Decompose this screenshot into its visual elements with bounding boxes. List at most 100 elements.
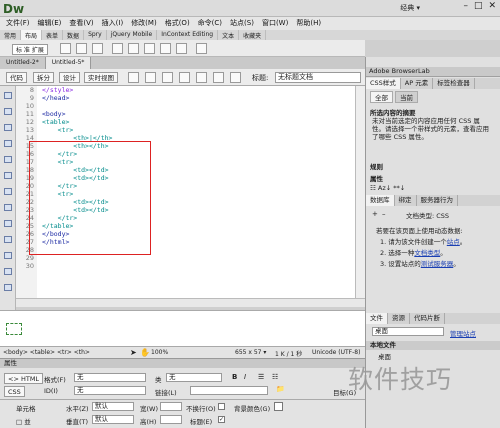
menu-commands[interactable]: 命令(C) xyxy=(198,18,222,28)
vert-select[interactable]: 默认 xyxy=(92,415,134,424)
italic-icon[interactable]: I xyxy=(244,373,246,381)
merge-cells-icon[interactable]: □ 並 xyxy=(16,416,31,426)
insert-tab-layout[interactable]: 布局 xyxy=(21,30,43,40)
manage-sites-link[interactable]: 管理站点 xyxy=(450,328,476,338)
current-mode-tab[interactable]: 当前 xyxy=(395,91,418,103)
css-mode-button[interactable]: CSS xyxy=(4,386,25,397)
browse-folder-icon[interactable]: 📁 xyxy=(276,385,285,393)
bold-icon[interactable]: B xyxy=(232,373,237,381)
insert-tab-favorites[interactable]: 收藏夹 xyxy=(239,30,267,40)
maximize-icon[interactable]: □ xyxy=(474,1,483,11)
format-select[interactable]: 无 xyxy=(74,373,146,382)
expand-all-icon[interactable] xyxy=(4,140,12,147)
class-select[interactable]: 无 xyxy=(166,373,222,382)
menu-edit[interactable]: 编辑(E) xyxy=(38,18,62,28)
insert-tab-incontext[interactable]: InContext Editing xyxy=(157,30,219,40)
workspace-switcher[interactable]: 经典 ▾ xyxy=(400,3,420,13)
insert-tab-data[interactable]: 数据 xyxy=(63,30,85,40)
horz-select[interactable]: 默认 xyxy=(92,402,134,411)
design-view-pane[interactable] xyxy=(0,310,365,346)
doc-tab-untitled-5[interactable]: Untitled-5* xyxy=(45,57,92,69)
header-checkbox[interactable]: ✓ xyxy=(218,416,225,423)
insert-col-right-icon[interactable] xyxy=(176,43,187,54)
css-styles-tab[interactable]: CSS样式 xyxy=(366,78,401,89)
tag-selector[interactable]: <body> <table> <tr> <th> xyxy=(3,349,90,356)
preview-browser-icon[interactable] xyxy=(179,72,190,83)
split-view-button[interactable]: 拆分 xyxy=(33,72,54,83)
minimize-icon[interactable]: – xyxy=(463,1,468,11)
multiscreen-icon[interactable] xyxy=(162,72,173,83)
code-horizontal-scrollbar[interactable] xyxy=(16,298,365,307)
line-numbers-icon[interactable] xyxy=(4,188,12,195)
select-parent-tag-icon[interactable] xyxy=(4,156,12,163)
open-documents-icon[interactable] xyxy=(4,92,12,99)
insert-row-above-icon[interactable] xyxy=(128,43,139,54)
visual-aids-icon[interactable] xyxy=(213,72,224,83)
refresh-icon[interactable] xyxy=(196,72,207,83)
insert-table-icon[interactable] xyxy=(112,43,123,54)
menu-site[interactable]: 站点(S) xyxy=(230,18,254,28)
insert-tab-spry[interactable]: Spry xyxy=(84,30,107,40)
menu-insert[interactable]: 插入(I) xyxy=(102,18,124,28)
link-input[interactable] xyxy=(190,386,268,395)
live-code-icon[interactable] xyxy=(128,72,139,83)
wrap-tag-icon[interactable] xyxy=(4,252,12,259)
unordered-list-icon[interactable]: ☰ xyxy=(258,373,264,381)
doc-tab-untitled-2[interactable]: Untitled-2* xyxy=(0,57,46,69)
insert-col-left-icon[interactable] xyxy=(160,43,171,54)
remove-comment-icon[interactable] xyxy=(4,236,12,243)
minus-icon[interactable]: – xyxy=(382,210,386,218)
height-input[interactable] xyxy=(160,415,182,424)
browserlab-header[interactable]: Adobe BrowserLab xyxy=(366,67,500,77)
insert-iframe-icon[interactable] xyxy=(196,43,207,54)
balance-braces-icon[interactable] xyxy=(4,172,12,179)
close-icon[interactable]: ✕ xyxy=(488,1,496,11)
doc-type-link[interactable]: 文档类型 xyxy=(414,249,440,257)
site-link[interactable]: 站点 xyxy=(447,238,460,246)
bindings-tab[interactable]: 绑定 xyxy=(395,195,417,206)
snippets-tab[interactable]: 代码片断 xyxy=(410,313,445,324)
server-behaviors-tab[interactable]: 服务器行为 xyxy=(417,195,458,206)
menu-format[interactable]: 格式(O) xyxy=(165,18,190,28)
menu-view[interactable]: 查看(V) xyxy=(69,18,93,28)
tag-inspector-tab[interactable]: 标签检查器 xyxy=(433,78,475,89)
id-select[interactable]: 无 xyxy=(74,386,146,395)
insert-div-icon[interactable] xyxy=(60,43,71,54)
hand-tool-icon[interactable]: ✋ xyxy=(140,348,150,357)
files-tab[interactable]: 文件 xyxy=(366,313,388,324)
insert-tab-common[interactable]: 常用 xyxy=(0,30,22,40)
menu-window[interactable]: 窗口(W) xyxy=(262,18,288,28)
plus-icon[interactable]: + xyxy=(372,210,378,218)
all-mode-tab[interactable]: 全部 xyxy=(370,91,393,103)
standard-mode-toggle[interactable]: 标 准 扩展 xyxy=(12,44,48,55)
select-tool-icon[interactable]: ➤ xyxy=(130,348,137,357)
insert-tab-text[interactable]: 文本 xyxy=(218,30,240,40)
ap-elements-tab[interactable]: AP 元素 xyxy=(401,78,434,89)
insert-ap-div-icon[interactable] xyxy=(76,43,87,54)
code-vertical-scrollbar[interactable] xyxy=(355,86,365,298)
snippets-icon[interactable] xyxy=(4,268,12,275)
apply-comment-icon[interactable] xyxy=(4,220,12,227)
code-view-button[interactable]: 代码 xyxy=(6,72,27,83)
indent-icon[interactable] xyxy=(4,284,12,291)
insert-fluid-icon[interactable] xyxy=(92,43,103,54)
ordered-list-icon[interactable]: ☷ xyxy=(272,373,278,381)
width-input[interactable] xyxy=(160,402,182,411)
test-server-link[interactable]: 测试服务器 xyxy=(421,260,454,268)
insert-tab-jquery[interactable]: jQuery Mobile xyxy=(107,30,158,40)
inspect-icon[interactable] xyxy=(145,72,156,83)
window-size[interactable]: 655 x 57 ▾ xyxy=(235,349,266,356)
check-browser-icon[interactable] xyxy=(230,72,241,83)
live-view-button[interactable]: 实时视图 xyxy=(84,72,118,83)
nowrap-checkbox[interactable] xyxy=(218,403,225,410)
collapse-selection-icon[interactable] xyxy=(4,124,12,131)
menu-file[interactable]: 文件(F) xyxy=(6,18,30,28)
bg-color-swatch[interactable] xyxy=(274,402,283,411)
design-view-button[interactable]: 设计 xyxy=(59,72,80,83)
collapse-tag-icon[interactable] xyxy=(4,108,12,115)
database-tab[interactable]: 数据库 xyxy=(366,195,395,206)
site-select[interactable]: 桌面 xyxy=(372,327,444,336)
insert-tab-forms[interactable]: 表单 xyxy=(42,30,64,40)
menu-help[interactable]: 帮助(H) xyxy=(296,18,321,28)
assets-tab[interactable]: 资源 xyxy=(388,313,410,324)
